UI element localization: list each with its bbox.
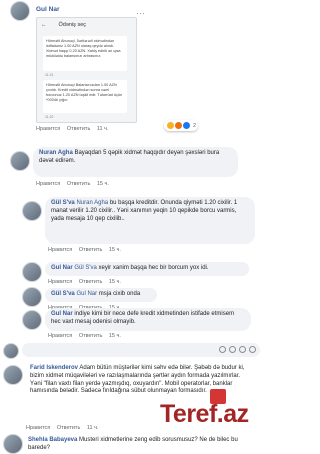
gif-icon[interactable] <box>239 346 246 353</box>
screenshot-header: ← Ödəniş seç <box>41 22 87 28</box>
avatar[interactable] <box>3 434 23 454</box>
emoji-icon[interactable] <box>219 346 226 353</box>
attached-screenshot[interactable]: ← Ödəniş seç Hörmətli Abunəçi, 5ərtlərəd… <box>36 17 137 123</box>
like-link[interactable]: Нравится <box>48 279 72 285</box>
comment-actions: Нравится Ответить 11 ч. <box>26 425 104 431</box>
like-link[interactable]: Нравится <box>36 181 60 187</box>
reply-link[interactable]: Ответить <box>79 333 103 339</box>
reply-link[interactable]: Ответить <box>67 126 91 132</box>
timestamp[interactable]: 15 ч. <box>109 279 121 285</box>
watermark-logo: Teref.az <box>160 400 249 428</box>
comment-actions: Нравится Ответить 15 ч. <box>48 279 126 285</box>
more-options-icon[interactable]: ··· <box>136 8 145 18</box>
like-link[interactable]: Нравится <box>26 425 50 431</box>
input-icons <box>219 346 256 353</box>
comment-text: indiye kimi bir nece defe kredit xidmeti… <box>51 311 235 325</box>
mention-link[interactable]: Nuran Agha <box>76 200 108 206</box>
comment-bubble: Gul Nar indiye kimi bir nece defe kredit… <box>45 308 251 331</box>
comment-author[interactable]: Gul Nar <box>51 311 73 317</box>
comment-actions: Нравится Ответить 15 ч. <box>48 333 126 339</box>
avatar[interactable] <box>10 1 30 21</box>
avatar[interactable] <box>22 201 42 221</box>
reply-link[interactable]: Ответить <box>67 181 91 187</box>
like-icon <box>182 121 191 130</box>
comment-text: msja cixib onda <box>98 291 141 297</box>
comment-bubble: Gül S'va Gul Nar msja cixib onda <box>45 288 157 302</box>
mention-link[interactable]: Gül S'va <box>74 265 97 271</box>
reactions-summary[interactable]: 2 <box>164 120 199 131</box>
comment-bubble: Shehla Babayeva Musteri xidmetlerine zen… <box>22 434 262 454</box>
reply-link[interactable]: Ответить <box>79 247 103 253</box>
sms-message: Hörmətli Abunəçi, 5ərtlərədi xidmətindən… <box>43 36 127 71</box>
comment-author[interactable]: Farid Iskenderov <box>30 365 78 371</box>
camera-icon[interactable] <box>229 346 236 353</box>
timestamp[interactable]: 15 ч. <box>97 181 109 187</box>
timestamp[interactable]: 11 ч. <box>87 425 99 431</box>
reply-link[interactable]: Ответить <box>79 279 103 285</box>
avatar[interactable] <box>22 287 42 307</box>
comment-bubble: Gül S'va Nuran Agha bu başqa kreditdir. … <box>45 197 255 244</box>
avatar[interactable] <box>22 262 42 282</box>
comment-author[interactable]: Gul Nar <box>51 265 73 271</box>
like-link[interactable]: Нравится <box>48 333 72 339</box>
reply-input[interactable] <box>22 343 260 357</box>
timestamp[interactable]: 15 ч. <box>109 333 121 339</box>
comment-bubble: Nuran Agha Bayaqdan 5 qəpik xidmət haqqı… <box>33 147 238 177</box>
comment-author[interactable]: Gül S'va <box>51 291 75 297</box>
comment-author[interactable]: Nuran Agha <box>39 150 73 156</box>
comment-bubble: Gul Nar Gül S'va xeyir xanim başqa hec b… <box>45 262 249 276</box>
timestamp[interactable]: 15 ч. <box>109 247 121 253</box>
comment-author[interactable]: Gul Nar <box>36 6 59 13</box>
sms-message: Hörmətli Abunəçi Balansınızdan 1.00 AZN … <box>43 80 127 113</box>
comment-author[interactable]: Gül S'va <box>51 200 75 206</box>
comment-actions: Нравится Ответить 15 ч. <box>36 181 114 187</box>
comment-actions: Нравится Ответить 11 ч. <box>36 126 114 132</box>
reply-link[interactable]: Ответить <box>57 425 81 431</box>
mention-link[interactable]: Gul Nar <box>76 291 97 297</box>
comment-author[interactable]: Shehla Babayeva <box>28 437 77 443</box>
timestamp[interactable]: 11 ч. <box>97 126 109 132</box>
comment-actions: Нравится Ответить 15 ч. <box>48 247 126 253</box>
like-link[interactable]: Нравится <box>48 247 72 253</box>
current-user-avatar <box>3 343 19 359</box>
sticker-icon[interactable] <box>249 346 256 353</box>
back-arrow-icon: ← <box>41 22 47 28</box>
avatar[interactable] <box>22 310 42 330</box>
comment-text: xeyir xanim başqa hec bir borcum yox idi… <box>98 265 209 271</box>
avatar[interactable] <box>10 151 30 171</box>
like-link[interactable]: Нравится <box>36 126 60 132</box>
